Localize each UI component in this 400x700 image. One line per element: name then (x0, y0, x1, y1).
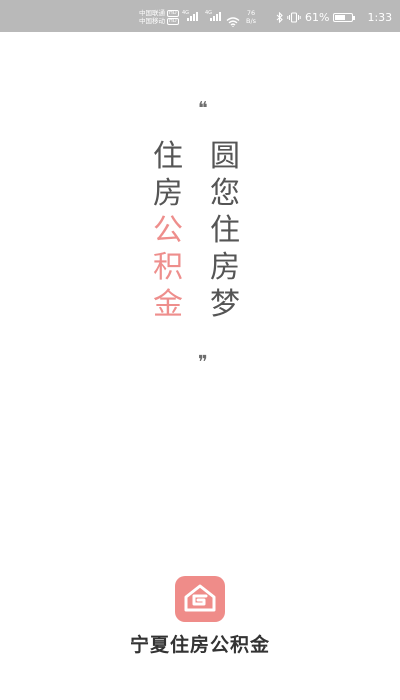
signal-icon: 4G (205, 10, 221, 21)
battery-icon (333, 13, 356, 22)
signal-icon: 4G (182, 10, 198, 21)
net-speed-value: 76 (246, 9, 256, 17)
app-name: 宁夏住房公积金 (129, 634, 270, 656)
status-bar: 中国联通 HD 中国移动 HD 4G 4G 76 B/s 61% 1:33 (0, 0, 400, 32)
hd-badge-1: HD (167, 9, 179, 17)
slogan-char: 住 (153, 139, 183, 174)
battery-percent: 61% (305, 11, 330, 24)
slogan-char: 圆 (210, 139, 240, 174)
slogan-right-column: 圆 您 住 房 梦 (210, 138, 240, 323)
slogan-char: 房 (153, 176, 183, 211)
system-status: 61% 1:33 (276, 11, 392, 24)
slogan-char-highlight: 公 (153, 213, 183, 248)
slogan-left-column: 住 房 公 积 金 (153, 138, 183, 323)
clock-time: 1:33 (367, 11, 393, 24)
slogan-char-highlight: 积 (153, 250, 183, 285)
carrier-line-1: 中国联通 HD (139, 9, 179, 17)
battery-fill (335, 15, 346, 20)
slogan-char: 住 (210, 213, 240, 248)
close-quote-mark: ❞ (198, 352, 208, 373)
signal-gen-label: 4G (182, 10, 190, 16)
bluetooth-icon (276, 12, 283, 23)
slogan-char: 您 (210, 176, 240, 211)
open-quote-mark: ❝ (198, 98, 208, 119)
housing-fund-logo-icon (175, 576, 225, 622)
carrier-2-label: 中国移动 (139, 17, 165, 25)
net-speed: 76 B/s (246, 9, 256, 25)
slogan-char: 梦 (210, 287, 240, 322)
hd-badge-2: HD (167, 17, 179, 25)
carrier-line-2: 中国移动 HD (139, 17, 179, 25)
slogan-char-highlight: 金 (153, 287, 183, 322)
signal-group: 4G 4G (182, 10, 221, 21)
vibrate-icon (287, 12, 301, 23)
carrier-1-label: 中国联通 (139, 9, 165, 17)
signal-gen-label: 4G (205, 10, 213, 16)
net-speed-unit: B/s (246, 17, 257, 25)
slogan-char: 房 (210, 250, 240, 285)
carrier-info: 中国联通 HD 中国移动 HD (139, 9, 179, 25)
wifi-icon (226, 12, 240, 31)
